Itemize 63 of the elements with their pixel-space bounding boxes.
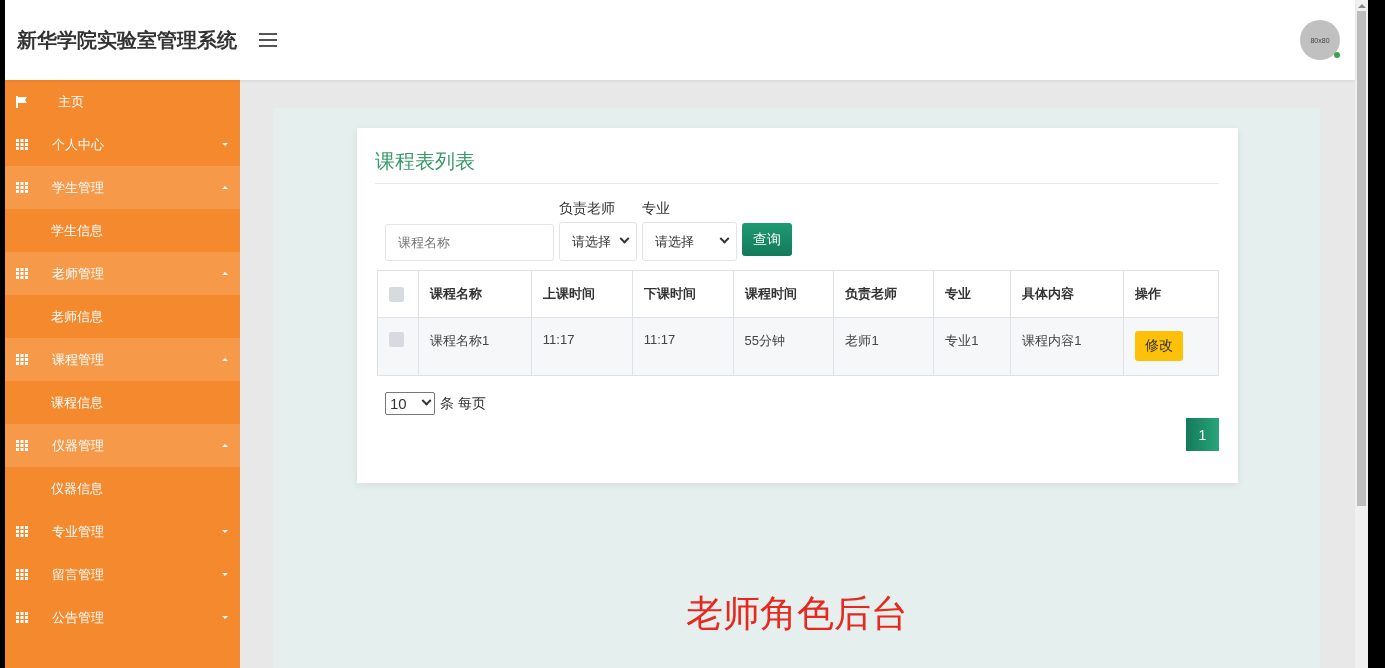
filter-label: 专业 [642,200,671,218]
teacher-select[interactable]: 请选择 [559,222,637,261]
checkbox[interactable] [389,332,404,347]
column-header: 课程名称 [418,270,532,318]
sidebar-item[interactable]: 主页 [5,80,240,123]
sidebar-subitem[interactable]: 课程信息 [5,381,240,424]
column-header: 下课时间 [632,270,734,318]
search-button[interactable]: 查询 [742,223,792,256]
column-header: 课程时间 [733,270,834,318]
table-cell: 55分钟 [733,317,834,376]
sidebar-group[interactable]: 专业管理 [5,510,240,553]
edit-button[interactable]: 修改 [1135,331,1184,361]
grid-icon [16,569,28,580]
sidebar-group[interactable]: 老师管理 [5,252,240,295]
online-dot-icon [1334,52,1340,58]
caret-icon [222,358,228,361]
caption: 老师角色后台 [685,592,908,636]
table-cell: 专业1 [933,317,1011,376]
table-cell: 11:17 [531,317,633,376]
caret-icon [222,444,228,447]
table-cell: 11:17 [632,317,734,376]
grid-icon [16,612,28,623]
sidebar-group[interactable]: 个人中心 [5,123,240,166]
menu-icon[interactable] [259,33,277,47]
course-name-field[interactable]: 课程名称 [385,224,554,261]
sidebar-subitem[interactable]: 学生信息 [5,209,240,252]
sidebar-group[interactable]: 公告管理 [5,596,240,639]
grid-icon [16,440,28,451]
grid-icon [16,139,28,150]
grid-icon [16,182,28,193]
grid-icon [16,354,28,365]
checkbox[interactable] [389,286,404,302]
table-cell: 老师1 [833,317,934,376]
page-button[interactable]: 1 [1186,418,1219,451]
caret-icon [222,530,228,533]
sidebar-group[interactable]: 留言管理 [5,553,240,596]
app-title: 新华学院实验室管理系统 [17,27,237,53]
card-title: 课程表列表 [375,148,1219,184]
scrollbar[interactable] [1355,0,1368,668]
page-size-select[interactable]: 10 [385,392,435,415]
caret-icon [222,272,228,275]
sidebar-group[interactable]: 仪器管理 [5,424,240,467]
column-header: 专业 [933,270,1011,318]
major-select[interactable]: 请选择 [642,222,737,261]
column-header: 具体内容 [1010,270,1124,318]
sidebar-group[interactable]: 学生管理 [5,166,240,209]
column-header: 负责老师 [833,270,934,318]
caret-icon [222,573,228,576]
sidebar-subitem[interactable]: 仪器信息 [5,467,240,510]
flag-icon [16,95,27,108]
sidebar-group[interactable]: 课程管理 [5,338,240,381]
caret-icon [222,186,228,189]
column-header: 操作 [1123,270,1219,318]
page-size-label: 条 每页 [440,394,486,413]
filter-label: 负责老师 [559,200,616,218]
table-cell: 课程内容1 [1010,317,1124,376]
grid-icon [16,526,28,537]
caret-icon [222,616,228,619]
caret-icon [222,143,228,146]
column-header: 上课时间 [531,270,633,318]
table-cell: 课程名称1 [418,317,532,376]
sidebar-subitem[interactable]: 老师信息 [5,295,240,338]
grid-icon [16,268,28,279]
